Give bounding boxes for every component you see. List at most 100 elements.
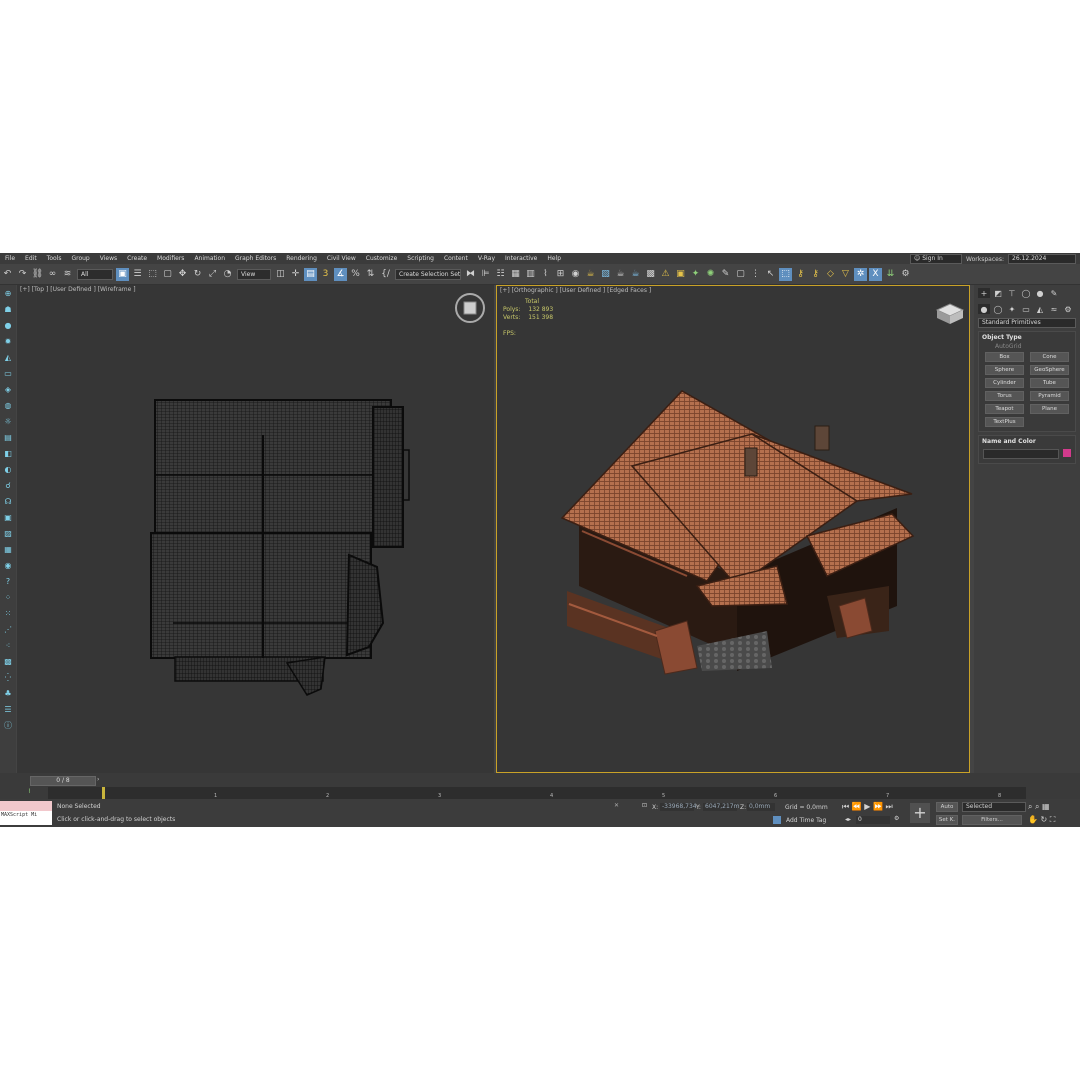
- viewport-top[interactable]: [+] [Top ] [User Defined ] [Wireframe ]: [17, 285, 494, 773]
- camera-icon[interactable]: ▭: [2, 367, 14, 379]
- y-coordinate[interactable]: 6047,217m: [703, 803, 739, 811]
- list-icon[interactable]: ☰: [2, 703, 14, 715]
- help-icon[interactable]: ?: [2, 575, 14, 587]
- grid-snap-icon[interactable]: ⋮: [749, 268, 762, 281]
- timeline-track[interactable]: 1 2 3 4 5 6 7 8: [48, 787, 1026, 799]
- zoom-icon[interactable]: ⌕ ⌕ ▦: [1028, 802, 1050, 812]
- menu-modifiers[interactable]: Modifiers: [152, 255, 189, 262]
- selection-region-icon[interactable]: ⬚: [146, 268, 159, 281]
- key-filter-icon[interactable]: ⚷: [809, 268, 822, 281]
- play-icon[interactable]: ▶: [864, 802, 870, 811]
- helper-icon[interactable]: ◍: [2, 399, 14, 411]
- light-icon[interactable]: ●: [2, 319, 14, 331]
- keyboard-shortcut-override-icon[interactable]: ▤: [304, 267, 317, 281]
- utilities-tab-icon[interactable]: ✎: [1048, 288, 1060, 298]
- space-warp-icon[interactable]: ☼: [2, 415, 14, 427]
- scale-icon[interactable]: ⤢: [206, 268, 219, 281]
- key-filter-dropdown[interactable]: Selected: [962, 802, 1026, 812]
- move-icon[interactable]: ✥: [176, 268, 189, 281]
- curve-editor-icon[interactable]: ⌇: [539, 268, 552, 281]
- select-by-name-icon[interactable]: ☰: [131, 268, 144, 281]
- pyramid-button[interactable]: Pyramid: [1030, 391, 1069, 401]
- modify-tab-icon[interactable]: ◩: [992, 288, 1004, 298]
- menu-vray[interactable]: V-Ray: [473, 255, 500, 262]
- select-object-icon[interactable]: ▣: [116, 267, 129, 281]
- menu-edit[interactable]: Edit: [20, 255, 42, 262]
- systems-category-icon[interactable]: ⚙: [1062, 304, 1074, 314]
- tube-button[interactable]: Tube: [1030, 378, 1069, 388]
- snap-vertex-icon[interactable]: ⁘: [2, 591, 14, 603]
- spacewarps-category-icon[interactable]: ≈: [1048, 304, 1060, 314]
- redo-icon[interactable]: ↷: [16, 268, 29, 281]
- spinner-snap-icon[interactable]: ⇅: [364, 268, 377, 281]
- grid-icon[interactable]: ▩: [2, 655, 14, 667]
- object-type-title[interactable]: Object Type: [979, 332, 1075, 343]
- menu-rendering[interactable]: Rendering: [281, 255, 322, 262]
- create-tab-icon[interactable]: +: [978, 288, 990, 298]
- placement-icon[interactable]: ◔: [221, 268, 234, 281]
- object-name-field[interactable]: [983, 449, 1059, 459]
- unlink-icon[interactable]: ∞: [46, 268, 59, 281]
- lathe-icon[interactable]: ▦: [2, 543, 14, 555]
- menu-create[interactable]: Create: [122, 255, 152, 262]
- cone-button[interactable]: Cone: [1030, 352, 1069, 362]
- scene-explorer-icon[interactable]: ☷: [494, 268, 507, 281]
- go-to-start-icon[interactable]: ⏮: [842, 802, 849, 811]
- time-slider-next-icon[interactable]: ›: [97, 776, 99, 783]
- maxscript-listener[interactable]: MAXScript Mi: [0, 801, 52, 825]
- current-frame-field[interactable]: 0: [856, 816, 890, 824]
- set-key-icon[interactable]: +: [910, 803, 930, 823]
- prev-frame-icon[interactable]: ⏪: [852, 802, 862, 811]
- paint-icon[interactable]: ▽: [839, 268, 852, 281]
- time-slider[interactable]: 0 / 8: [30, 776, 96, 786]
- vray-light-icon[interactable]: ✦: [689, 268, 702, 281]
- menu-tools[interactable]: Tools: [42, 255, 67, 262]
- key-filters-button[interactable]: Filters...: [962, 815, 1022, 825]
- cylinder-button[interactable]: Cylinder: [985, 378, 1024, 388]
- menu-graph-editors[interactable]: Graph Editors: [230, 255, 281, 262]
- auto-key-button[interactable]: Auto: [936, 802, 958, 812]
- shapes-category-icon[interactable]: ◯: [992, 304, 1004, 314]
- info-icon[interactable]: ⓘ: [2, 719, 14, 731]
- motion-tab-icon[interactable]: ◯: [1020, 288, 1032, 298]
- render-setup-icon[interactable]: ☕: [584, 268, 597, 281]
- menu-customize[interactable]: Customize: [361, 255, 403, 262]
- z-coordinate[interactable]: 0,0mm: [747, 803, 775, 811]
- workspace-dropdown[interactable]: 26.12.2024: [1008, 254, 1076, 264]
- plane-button[interactable]: Plane: [1030, 404, 1069, 414]
- lights-category-icon[interactable]: ✦: [1006, 304, 1018, 314]
- vray-asset-editor-icon[interactable]: ▣: [674, 268, 687, 281]
- selection-filter-dropdown[interactable]: All: [77, 268, 113, 280]
- object-color-swatch[interactable]: [1063, 449, 1071, 457]
- menu-views[interactable]: Views: [95, 255, 122, 262]
- autogrid-checkbox[interactable]: AutoGrid: [979, 343, 1075, 350]
- named-selection-dropdown[interactable]: Create Selection Set: [395, 268, 461, 280]
- edit-named-selection-icon[interactable]: {/: [379, 268, 392, 281]
- absolute-mode-icon[interactable]: ⊡: [642, 802, 647, 809]
- pick-icon[interactable]: ⬚: [779, 267, 792, 281]
- align-icon[interactable]: ⊫: [479, 268, 492, 281]
- section-icon[interactable]: ▨: [2, 527, 14, 539]
- isolate-icon[interactable]: ✕: [614, 802, 619, 809]
- expand-icon[interactable]: ⇊: [884, 268, 897, 281]
- textplus-button[interactable]: TextPlus: [985, 417, 1024, 427]
- plane-icon[interactable]: ◧: [2, 447, 14, 459]
- rotate-icon[interactable]: ↻: [191, 268, 204, 281]
- select-manipulate-icon[interactable]: ✛: [289, 268, 302, 281]
- key-mode-icon[interactable]: ◂▸: [845, 816, 851, 823]
- sign-in-dropdown[interactable]: ☺ Sign In: [910, 254, 963, 264]
- bind-space-warp-icon[interactable]: ≋: [61, 268, 74, 281]
- torus-button[interactable]: Torus: [985, 391, 1024, 401]
- snap-face-icon[interactable]: ⋰: [2, 623, 14, 635]
- cameras-category-icon[interactable]: ▭: [1020, 304, 1032, 314]
- schematic-view-icon[interactable]: ⊞: [554, 268, 567, 281]
- viewport-orthographic[interactable]: [+] [Orthographic ] [User Defined ] [Edg…: [496, 285, 970, 773]
- geosphere-button[interactable]: GeoSphere: [1030, 365, 1069, 375]
- name-color-title[interactable]: Name and Color: [979, 436, 1075, 447]
- render-iterative-icon[interactable]: ☕: [629, 268, 642, 281]
- viewcube-ortho-icon[interactable]: [933, 296, 967, 326]
- viewcube-top-icon[interactable]: [453, 291, 487, 325]
- next-frame-icon[interactable]: ⏩: [873, 802, 883, 811]
- rendered-frame-window-icon[interactable]: ▧: [599, 268, 612, 281]
- pivot-center-icon[interactable]: ◫: [274, 268, 287, 281]
